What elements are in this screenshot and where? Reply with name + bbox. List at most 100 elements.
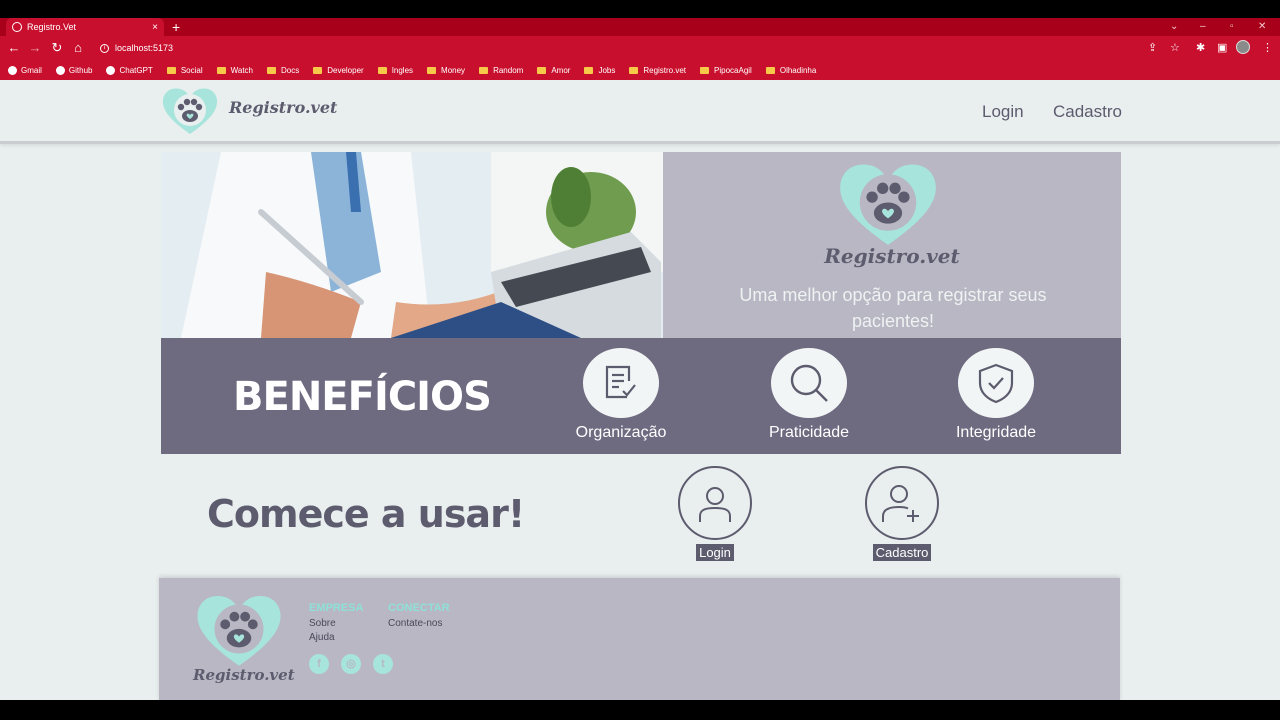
- hero-paw-heart-logo-icon: [835, 160, 941, 257]
- folder-icon: [537, 66, 547, 74]
- bookmark-label: Ingles: [391, 65, 414, 75]
- nav-login-link[interactable]: Login: [982, 102, 1024, 122]
- hero-brand-panel: Registro.vet Uma melhor opção para regis…: [663, 152, 1121, 338]
- folder-icon: [377, 66, 387, 74]
- bookmark-label: Social: [180, 65, 203, 75]
- site-favicon-icon: [55, 65, 65, 75]
- magnifier-icon: [771, 348, 847, 418]
- bookmark-label: Watch: [230, 65, 253, 75]
- tab-search-icon[interactable]: ⌄: [1170, 18, 1178, 36]
- site-info-icon[interactable]: i: [100, 43, 109, 53]
- footer-brand-text: Registro.vet: [193, 666, 295, 684]
- folder-icon: [584, 66, 594, 74]
- bookmark-item[interactable]: Money: [427, 66, 465, 75]
- get-started-section: Comece a usar! Login Cadastro: [161, 454, 1121, 578]
- folder-icon: [765, 66, 775, 74]
- get-started-title: Comece a usar!: [207, 492, 525, 536]
- bookmark-item[interactable]: PipocaAgil: [700, 66, 752, 75]
- close-window-icon[interactable]: ✕: [1258, 18, 1266, 36]
- reload-icon[interactable]: ↻: [49, 40, 65, 56]
- footer-link-sobre[interactable]: Sobre: [309, 617, 363, 631]
- bookmark-label: ChatGPT: [119, 65, 153, 75]
- folder-icon: [166, 66, 176, 74]
- sidepanel-icon[interactable]: ▣: [1217, 40, 1227, 56]
- start-login-button[interactable]: Login: [696, 544, 734, 561]
- close-tab-icon[interactable]: ×: [152, 22, 158, 33]
- profile-avatar[interactable]: [1236, 40, 1250, 54]
- bookmark-label: Money: [441, 65, 466, 75]
- tab-strip: Registro.Vet × + ⌄ – ▫ ✕: [0, 18, 1280, 36]
- bookmark-item[interactable]: Amor: [537, 66, 570, 75]
- minimize-icon[interactable]: –: [1200, 18, 1206, 36]
- benefit-label: Organização: [575, 424, 667, 441]
- back-icon[interactable]: ←: [6, 40, 22, 56]
- bookmarks-bar: Gmail Github ChatGPT Social Watch Docs Develop…: [0, 60, 1280, 80]
- bookmark-item[interactable]: Github: [55, 65, 93, 75]
- new-tab-button[interactable]: +: [172, 19, 180, 35]
- maximize-icon[interactable]: ▫: [1230, 18, 1234, 36]
- benefit-label: Integridade: [955, 424, 1037, 441]
- bookmark-item[interactable]: Ingles: [377, 65, 414, 75]
- folder-icon: [266, 66, 276, 74]
- footer-link-ajuda[interactable]: Ajuda: [309, 631, 363, 645]
- site-navbar: Registro.vet Login Cadastro: [0, 80, 1280, 144]
- bookmark-item[interactable]: Docs: [266, 65, 300, 75]
- bookmark-label: Olhadinha: [779, 65, 817, 75]
- bookmark-item[interactable]: ChatGPT: [106, 65, 153, 75]
- checklist-icon: [583, 348, 659, 418]
- site-favicon-icon: [106, 65, 116, 75]
- start-cadastro-button[interactable]: Cadastro: [872, 544, 932, 561]
- nav-brand[interactable]: Registro.vet: [229, 98, 337, 117]
- footer-company-heading: EMPRESA: [309, 602, 364, 614]
- bookmark-item[interactable]: Jobs: [584, 66, 615, 75]
- address-bar[interactable]: i localhost:5173: [92, 39, 1140, 57]
- bookmark-label: Amor: [551, 65, 571, 75]
- tab-title: Registro.Vet: [27, 22, 77, 32]
- extensions-icon[interactable]: ✱: [1196, 40, 1205, 56]
- benefit-organizacao: Organização: [556, 348, 686, 442]
- instagram-icon[interactable]: ◎: [341, 654, 361, 674]
- footer-link-contate[interactable]: Contate-nos: [388, 617, 450, 631]
- nav-cadastro-link[interactable]: Cadastro: [1053, 102, 1122, 122]
- bookmark-item[interactable]: Olhadinha: [765, 65, 817, 75]
- bookmark-item[interactable]: Watch: [216, 65, 253, 75]
- menu-icon[interactable]: ⋮: [1262, 40, 1273, 56]
- bookmark-item[interactable]: Social: [166, 65, 203, 75]
- add-user-icon[interactable]: [865, 466, 939, 540]
- bookmark-label: PipocaAgil: [714, 65, 752, 75]
- folder-icon: [479, 66, 489, 74]
- hero-brand-text: Registro.vet: [824, 244, 960, 268]
- browser-tab[interactable]: Registro.Vet ×: [6, 18, 164, 36]
- bookmark-label: Docs: [280, 65, 300, 75]
- bookmark-star-icon[interactable]: ☆: [1170, 40, 1180, 56]
- forward-icon[interactable]: →: [27, 40, 43, 56]
- folder-icon: [216, 66, 226, 74]
- twitter-icon[interactable]: t: [373, 654, 393, 674]
- bookmark-item[interactable]: Gmail: [8, 65, 42, 75]
- bookmark-item[interactable]: Developer: [313, 66, 364, 75]
- start-cadastro-action[interactable]: Cadastro: [857, 466, 947, 562]
- benefit-integridade: Integridade: [931, 348, 1061, 442]
- webpage: Registro.vet Login Cadastro Registro.vet…: [0, 80, 1280, 702]
- url-text: localhost:5173: [115, 43, 174, 53]
- site-favicon-icon: [8, 65, 17, 75]
- benefits-section: BENEFÍCIOS Organização Praticidade Integ…: [161, 338, 1121, 454]
- doctor-laptop-photo: [161, 152, 663, 338]
- paw-heart-logo-icon[interactable]: [160, 86, 220, 143]
- browser-toolbar: ← → ↻ ⌂ i localhost:5173 ⇪ ☆ ✱ ▣ ⋮: [0, 36, 1280, 60]
- bookmark-item[interactable]: Registro.vet: [629, 66, 686, 75]
- user-icon[interactable]: [678, 466, 752, 540]
- paw-favicon-icon: [12, 22, 22, 32]
- benefits-title: BENEFÍCIOS: [233, 374, 492, 420]
- home-icon[interactable]: ⌂: [70, 40, 86, 56]
- footer-company-column: EMPRESA Sobre Ajuda: [309, 602, 363, 645]
- facebook-icon[interactable]: f: [309, 654, 329, 674]
- start-login-action[interactable]: Login: [670, 466, 760, 562]
- footer-connect-column: CONECTAR Contate-nos: [388, 602, 450, 631]
- benefit-label: Praticidade: [768, 424, 850, 441]
- folder-icon: [427, 66, 437, 74]
- share-icon[interactable]: ⇪: [1148, 40, 1157, 56]
- bookmark-label: Gmail: [21, 65, 42, 75]
- bookmark-item[interactable]: Random: [479, 66, 523, 75]
- bookmark-label: Github: [68, 65, 93, 75]
